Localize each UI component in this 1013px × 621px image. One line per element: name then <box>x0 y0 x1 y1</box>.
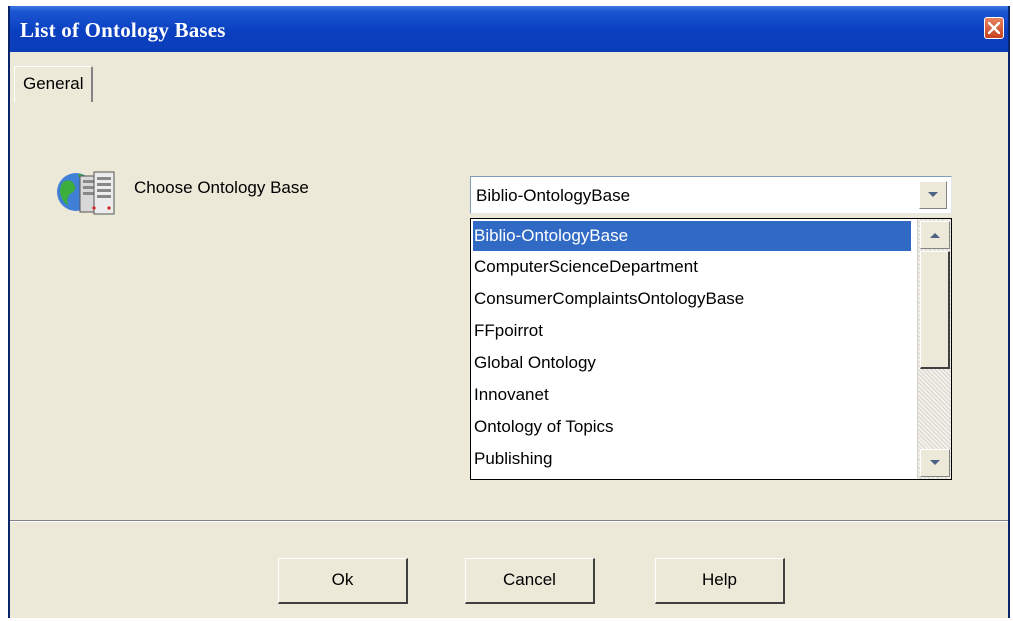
list-item[interactable]: ComputerScienceDepartment <box>471 251 911 283</box>
tab-general[interactable]: General <box>14 66 94 102</box>
cancel-button[interactable]: Cancel <box>465 558 595 604</box>
ok-button[interactable]: Ok <box>278 558 408 604</box>
list-item[interactable]: Publishing <box>471 443 911 475</box>
tab-general-label: General <box>23 74 84 93</box>
list-item[interactable]: ConsumerComplaintsOntologyBase <box>471 283 911 315</box>
ontology-dropdown-list[interactable]: Biblio-OntologyBase ComputerScienceDepar… <box>470 218 952 480</box>
chevron-up-icon <box>930 233 940 238</box>
window-title: List of Ontology Bases <box>20 18 226 42</box>
list-item[interactable]: Global Ontology <box>471 347 911 379</box>
list-item[interactable]: Biblio-OntologyBase <box>473 221 911 251</box>
scroll-up-button[interactable] <box>920 221 950 249</box>
button-bar-separator <box>10 520 1008 522</box>
list-scrollbar[interactable] <box>917 219 951 479</box>
combo-selected-value: Biblio-OntologyBase <box>476 186 631 205</box>
choose-ontology-label: Choose Ontology Base <box>134 178 309 197</box>
chevron-down-icon <box>930 460 940 465</box>
general-panel: Choose Ontology Base Biblio-OntologyBase… <box>10 102 1008 520</box>
help-button[interactable]: Help <box>655 558 785 604</box>
list-item[interactable]: FFpoirrot <box>471 315 911 347</box>
list-item[interactable]: Ontology of Topics <box>471 411 911 443</box>
dialog-window: List of Ontology Bases General Choose On… <box>8 6 1010 618</box>
tab-strip: General <box>10 52 1008 102</box>
title-bar[interactable]: List of Ontology Bases <box>10 6 1008 52</box>
database-globe-icon <box>57 171 115 215</box>
scrollbar-thumb[interactable] <box>920 251 950 369</box>
scroll-down-button[interactable] <box>920 449 950 477</box>
combo-dropdown-button[interactable] <box>919 181 947 209</box>
ontology-base-combobox[interactable]: Biblio-OntologyBase <box>470 176 952 214</box>
list-item[interactable]: Innovanet <box>471 379 911 411</box>
close-button[interactable] <box>984 17 1004 39</box>
close-icon <box>988 22 1000 34</box>
chevron-down-icon <box>928 192 938 197</box>
